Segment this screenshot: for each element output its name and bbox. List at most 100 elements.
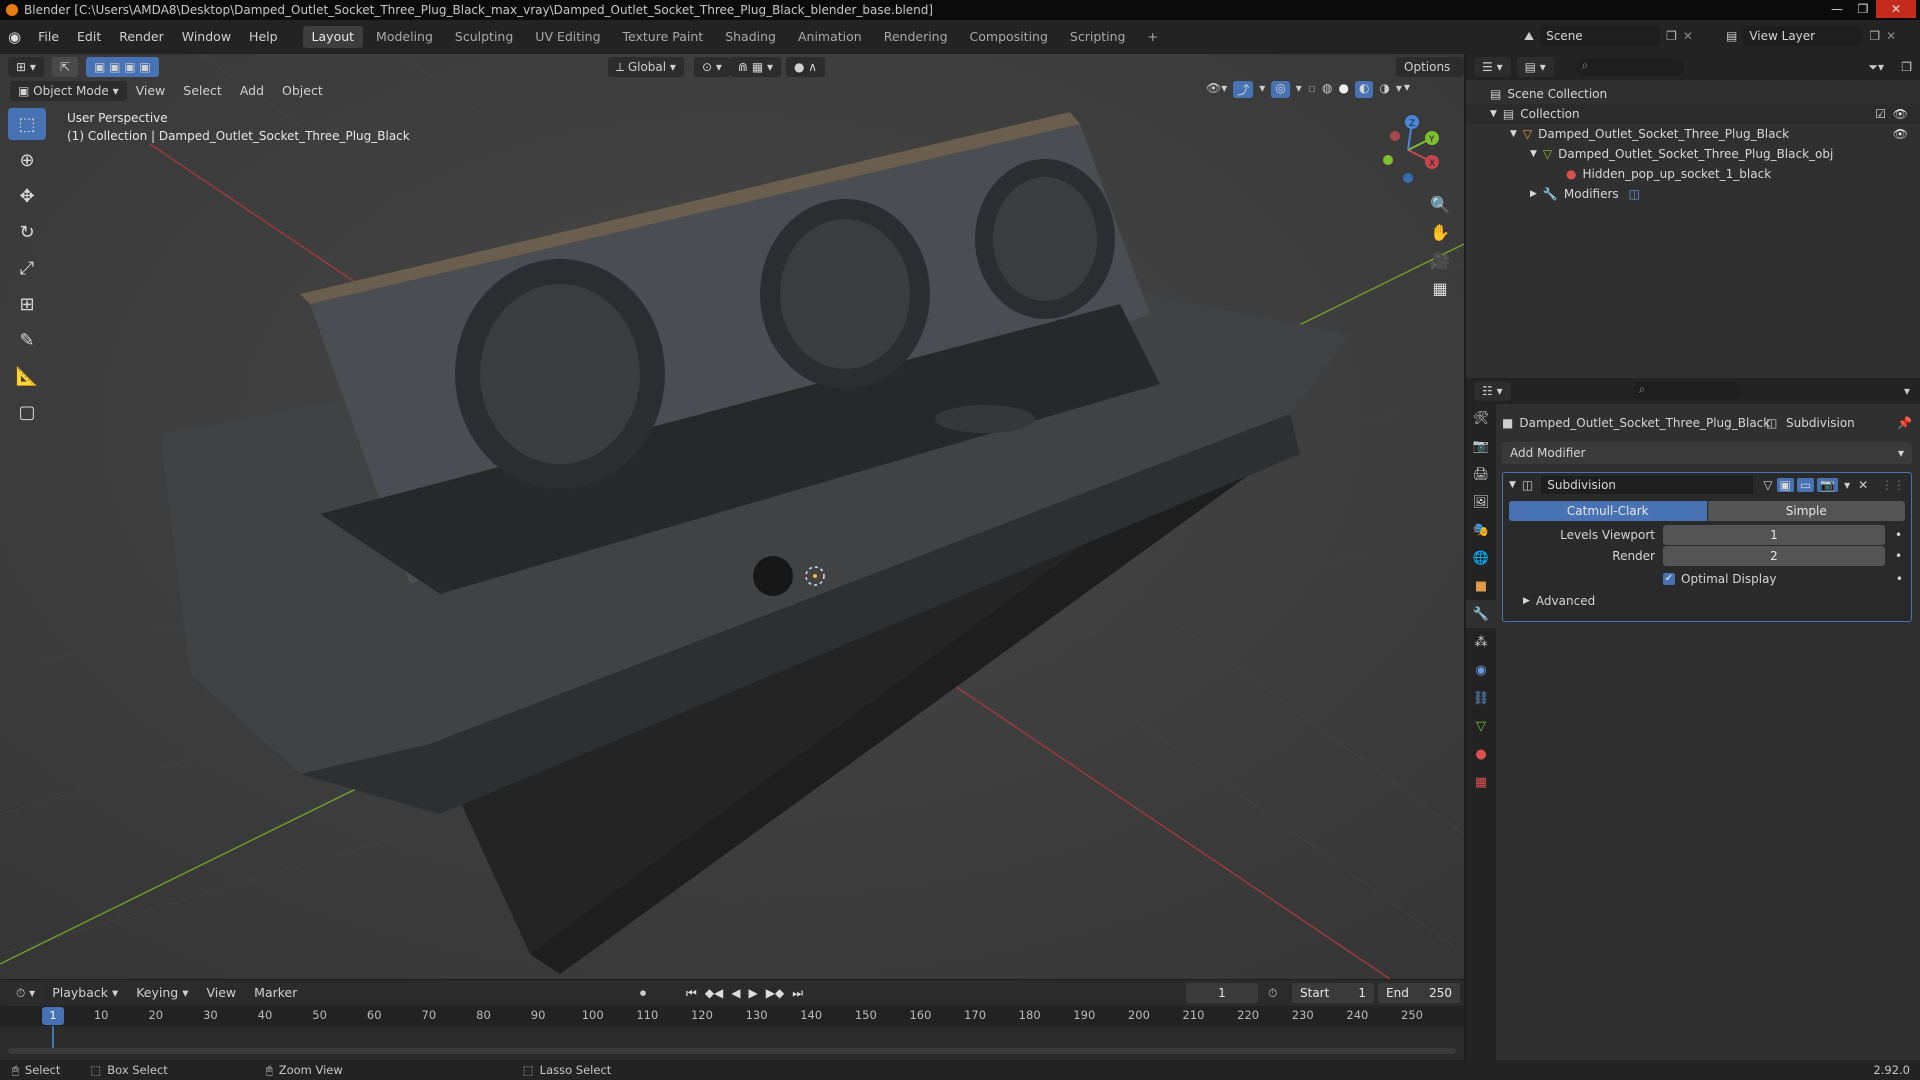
gizmo-neg-z-icon[interactable] xyxy=(1403,173,1413,183)
view-layer-tab-icon[interactable]: 🖼 xyxy=(1466,488,1496,516)
playhead[interactable]: 1 xyxy=(42,1007,64,1025)
wireframe-shading-icon[interactable]: ◍ xyxy=(1322,81,1332,98)
jump-next-key-icon[interactable]: ▶◆ xyxy=(766,986,784,1001)
particles-tab-icon[interactable]: ⁂ xyxy=(1466,628,1496,656)
jump-end-icon[interactable]: ⏭ xyxy=(792,986,803,1001)
modifier-menu-icon[interactable]: ▾ xyxy=(1844,478,1850,492)
navigation-gizmo[interactable]: X Y Z xyxy=(1370,112,1446,188)
levels-viewport-field[interactable]: 1 xyxy=(1663,525,1885,545)
start-frame-field[interactable]: Start 1 xyxy=(1292,983,1374,1003)
solid-shading-icon[interactable]: ● xyxy=(1338,81,1348,98)
timeline-track-area[interactable] xyxy=(0,1026,1464,1060)
visibility-eye-icon[interactable]: 👁 xyxy=(1893,107,1908,121)
properties-editor-type-button[interactable]: ☷ ▾ xyxy=(1474,381,1511,401)
tab-compositing[interactable]: Compositing xyxy=(961,26,1057,48)
collection-checkbox-icon[interactable]: ☑ xyxy=(1875,107,1886,121)
output-tab-icon[interactable]: 🖨 xyxy=(1466,460,1496,488)
pivot-dropdown[interactable]: ⊙ ▾ xyxy=(694,57,730,77)
timeline-editor-type-button[interactable]: ⏱ ▾ xyxy=(8,983,44,1003)
menu-edit[interactable]: Edit xyxy=(68,20,110,54)
pan-hand-icon[interactable]: ✋ xyxy=(1426,218,1454,246)
frame-ruler[interactable]: 1 10 20 30 40 50 60 70 80 90 100 110 120 130 140 150 16… xyxy=(0,1006,1464,1026)
on-cage-toggle-icon[interactable]: ▽ xyxy=(1763,478,1772,492)
material-tab-icon[interactable]: ● xyxy=(1466,740,1496,768)
proportional-edit-toggle[interactable]: ● ∧ xyxy=(786,57,826,77)
simple-button[interactable]: Simple xyxy=(1707,501,1905,521)
menu-help[interactable]: Help xyxy=(240,20,287,54)
snap-toggle[interactable]: ⋒ ▦ ▾ xyxy=(730,57,782,77)
outliner-search-input[interactable]: ⌕ xyxy=(1575,58,1684,76)
optimal-display-checkbox[interactable]: ✓ xyxy=(1663,573,1675,585)
tab-layout[interactable]: Layout xyxy=(302,26,364,48)
collapse-arrow-icon[interactable]: ▶ xyxy=(1530,189,1537,199)
catmull-clark-button[interactable]: Catmull-Clark xyxy=(1509,501,1707,521)
options-dropdown[interactable]: Options ▾ xyxy=(1396,57,1464,94)
current-frame-field[interactable]: 1 xyxy=(1186,983,1258,1003)
texture-tab-icon[interactable]: ▦ xyxy=(1466,768,1496,796)
tab-animation[interactable]: Animation xyxy=(789,26,871,48)
outliner-editor-type-button[interactable]: ☰ ▾ xyxy=(1474,57,1511,77)
visibility-icon[interactable]: 👁▾ xyxy=(1206,81,1227,98)
physics-tab-icon[interactable]: ◉ xyxy=(1466,656,1496,684)
tab-sculpting[interactable]: Sculpting xyxy=(446,26,522,48)
world-tab-icon[interactable]: 🌐 xyxy=(1466,544,1496,572)
outliner-row-modifiers[interactable]: ▶ 🔧 Modifiers ◫ xyxy=(1466,184,1920,204)
outliner-row-empty-object[interactable]: ▼ ▽ Damped_Outlet_Socket_Three_Plug_Blac… xyxy=(1466,124,1920,144)
keyframe-dot-icon[interactable]: • xyxy=(1896,572,1903,586)
annotate-tool-icon[interactable]: ✎ xyxy=(8,324,46,356)
modifier-tab-icon[interactable]: 🔧 xyxy=(1466,600,1496,628)
collapse-arrow-icon[interactable]: ▼ xyxy=(1509,480,1516,490)
stopwatch-icon[interactable]: ⏱ xyxy=(1268,986,1277,1001)
viewport-toggle-icon[interactable]: ▭ xyxy=(1796,478,1815,492)
outliner-row-material[interactable]: ● Hidden_pop_up_socket_1_black xyxy=(1466,164,1920,184)
select-mode-button[interactable]: ⇱ xyxy=(51,57,78,77)
add-modifier-button[interactable]: Add Modifier ▾ xyxy=(1502,442,1912,464)
tab-uv-editing[interactable]: UV Editing xyxy=(526,26,609,48)
transform-tool-icon[interactable]: ⊞ xyxy=(8,288,46,320)
menu-file[interactable]: File xyxy=(29,20,68,54)
scene-tab-icon[interactable]: 🎭 xyxy=(1466,516,1496,544)
viewport-menu-select[interactable]: Select xyxy=(174,78,231,104)
shading-dropdown-icon[interactable]: ▾ xyxy=(1396,81,1402,98)
tab-modeling[interactable]: Modeling xyxy=(367,26,442,48)
new-view-layer-icon[interactable]: ❐ xyxy=(1869,29,1880,43)
constraints-tab-icon[interactable]: ⛓ xyxy=(1466,684,1496,712)
object-tab-icon[interactable]: ■ xyxy=(1466,572,1496,600)
timeline-scrollbar[interactable] xyxy=(8,1048,1456,1054)
properties-search-input[interactable]: ⌕ xyxy=(1632,382,1741,400)
drag-handle-icon[interactable]: ⋮⋮ xyxy=(1881,478,1905,492)
modifier-name-input[interactable]: Subdivision xyxy=(1541,476,1754,494)
timeline-menu-playback[interactable]: Playback ▾ xyxy=(43,980,127,1006)
expand-arrow-icon[interactable]: ▼ xyxy=(1530,149,1537,159)
zoom-icon[interactable]: 🔍 xyxy=(1426,190,1454,218)
xray-toggle-icon[interactable]: ▫ xyxy=(1308,81,1316,98)
new-scene-icon[interactable]: ❐ xyxy=(1666,29,1677,43)
render-tab-icon[interactable]: 📷 xyxy=(1466,432,1496,460)
scene-selector[interactable]: ⛰ Scene ❐ ✕ xyxy=(1524,26,1693,46)
render-levels-field[interactable]: 2 xyxy=(1663,546,1885,566)
outliner-row-mesh-object[interactable]: ▼ ▽ Damped_Outlet_Socket_Three_Plug_Blac… xyxy=(1466,144,1920,164)
play-icon[interactable]: ▶ xyxy=(749,986,758,1001)
menu-window[interactable]: Window xyxy=(173,20,240,54)
view-layer-selector[interactable]: ▤ View Layer ❐ ✕ xyxy=(1726,26,1896,46)
data-tab-icon[interactable]: ▽ xyxy=(1466,712,1496,740)
tab-texture-paint[interactable]: Texture Paint xyxy=(614,26,713,48)
gizmo-neg-y-icon[interactable] xyxy=(1383,155,1393,165)
add-workspace-button[interactable]: + xyxy=(1139,26,1167,48)
menu-render[interactable]: Render xyxy=(110,20,173,54)
gizmo-neg-x-icon[interactable] xyxy=(1390,131,1400,141)
outliner-row-scene-collection[interactable]: ▤ Scene Collection xyxy=(1466,84,1920,104)
editor-type-button[interactable]: ⊞ ▾ xyxy=(8,57,44,77)
edit-mode-toggle-icon[interactable]: ▣ xyxy=(1776,478,1794,492)
keyframe-dot-icon[interactable]: • xyxy=(1895,528,1902,542)
expand-arrow-icon[interactable]: ▼ xyxy=(1490,109,1497,119)
pin-icon[interactable]: 📌 xyxy=(1897,416,1912,430)
add-cube-tool-icon[interactable]: ▢ xyxy=(8,396,46,428)
expand-arrow-icon[interactable]: ▼ xyxy=(1510,129,1517,139)
outliner-filter-icon[interactable]: ⏷▾ xyxy=(1868,60,1884,75)
viewport-menu-object[interactable]: Object xyxy=(273,78,332,104)
maximize-button[interactable]: ❐ xyxy=(1850,0,1876,18)
end-frame-field[interactable]: End 250 xyxy=(1378,983,1460,1003)
jump-start-icon[interactable]: ⏮ xyxy=(686,986,697,1001)
mode-dropdown[interactable]: ▣ Object Mode ▾ xyxy=(10,81,127,101)
